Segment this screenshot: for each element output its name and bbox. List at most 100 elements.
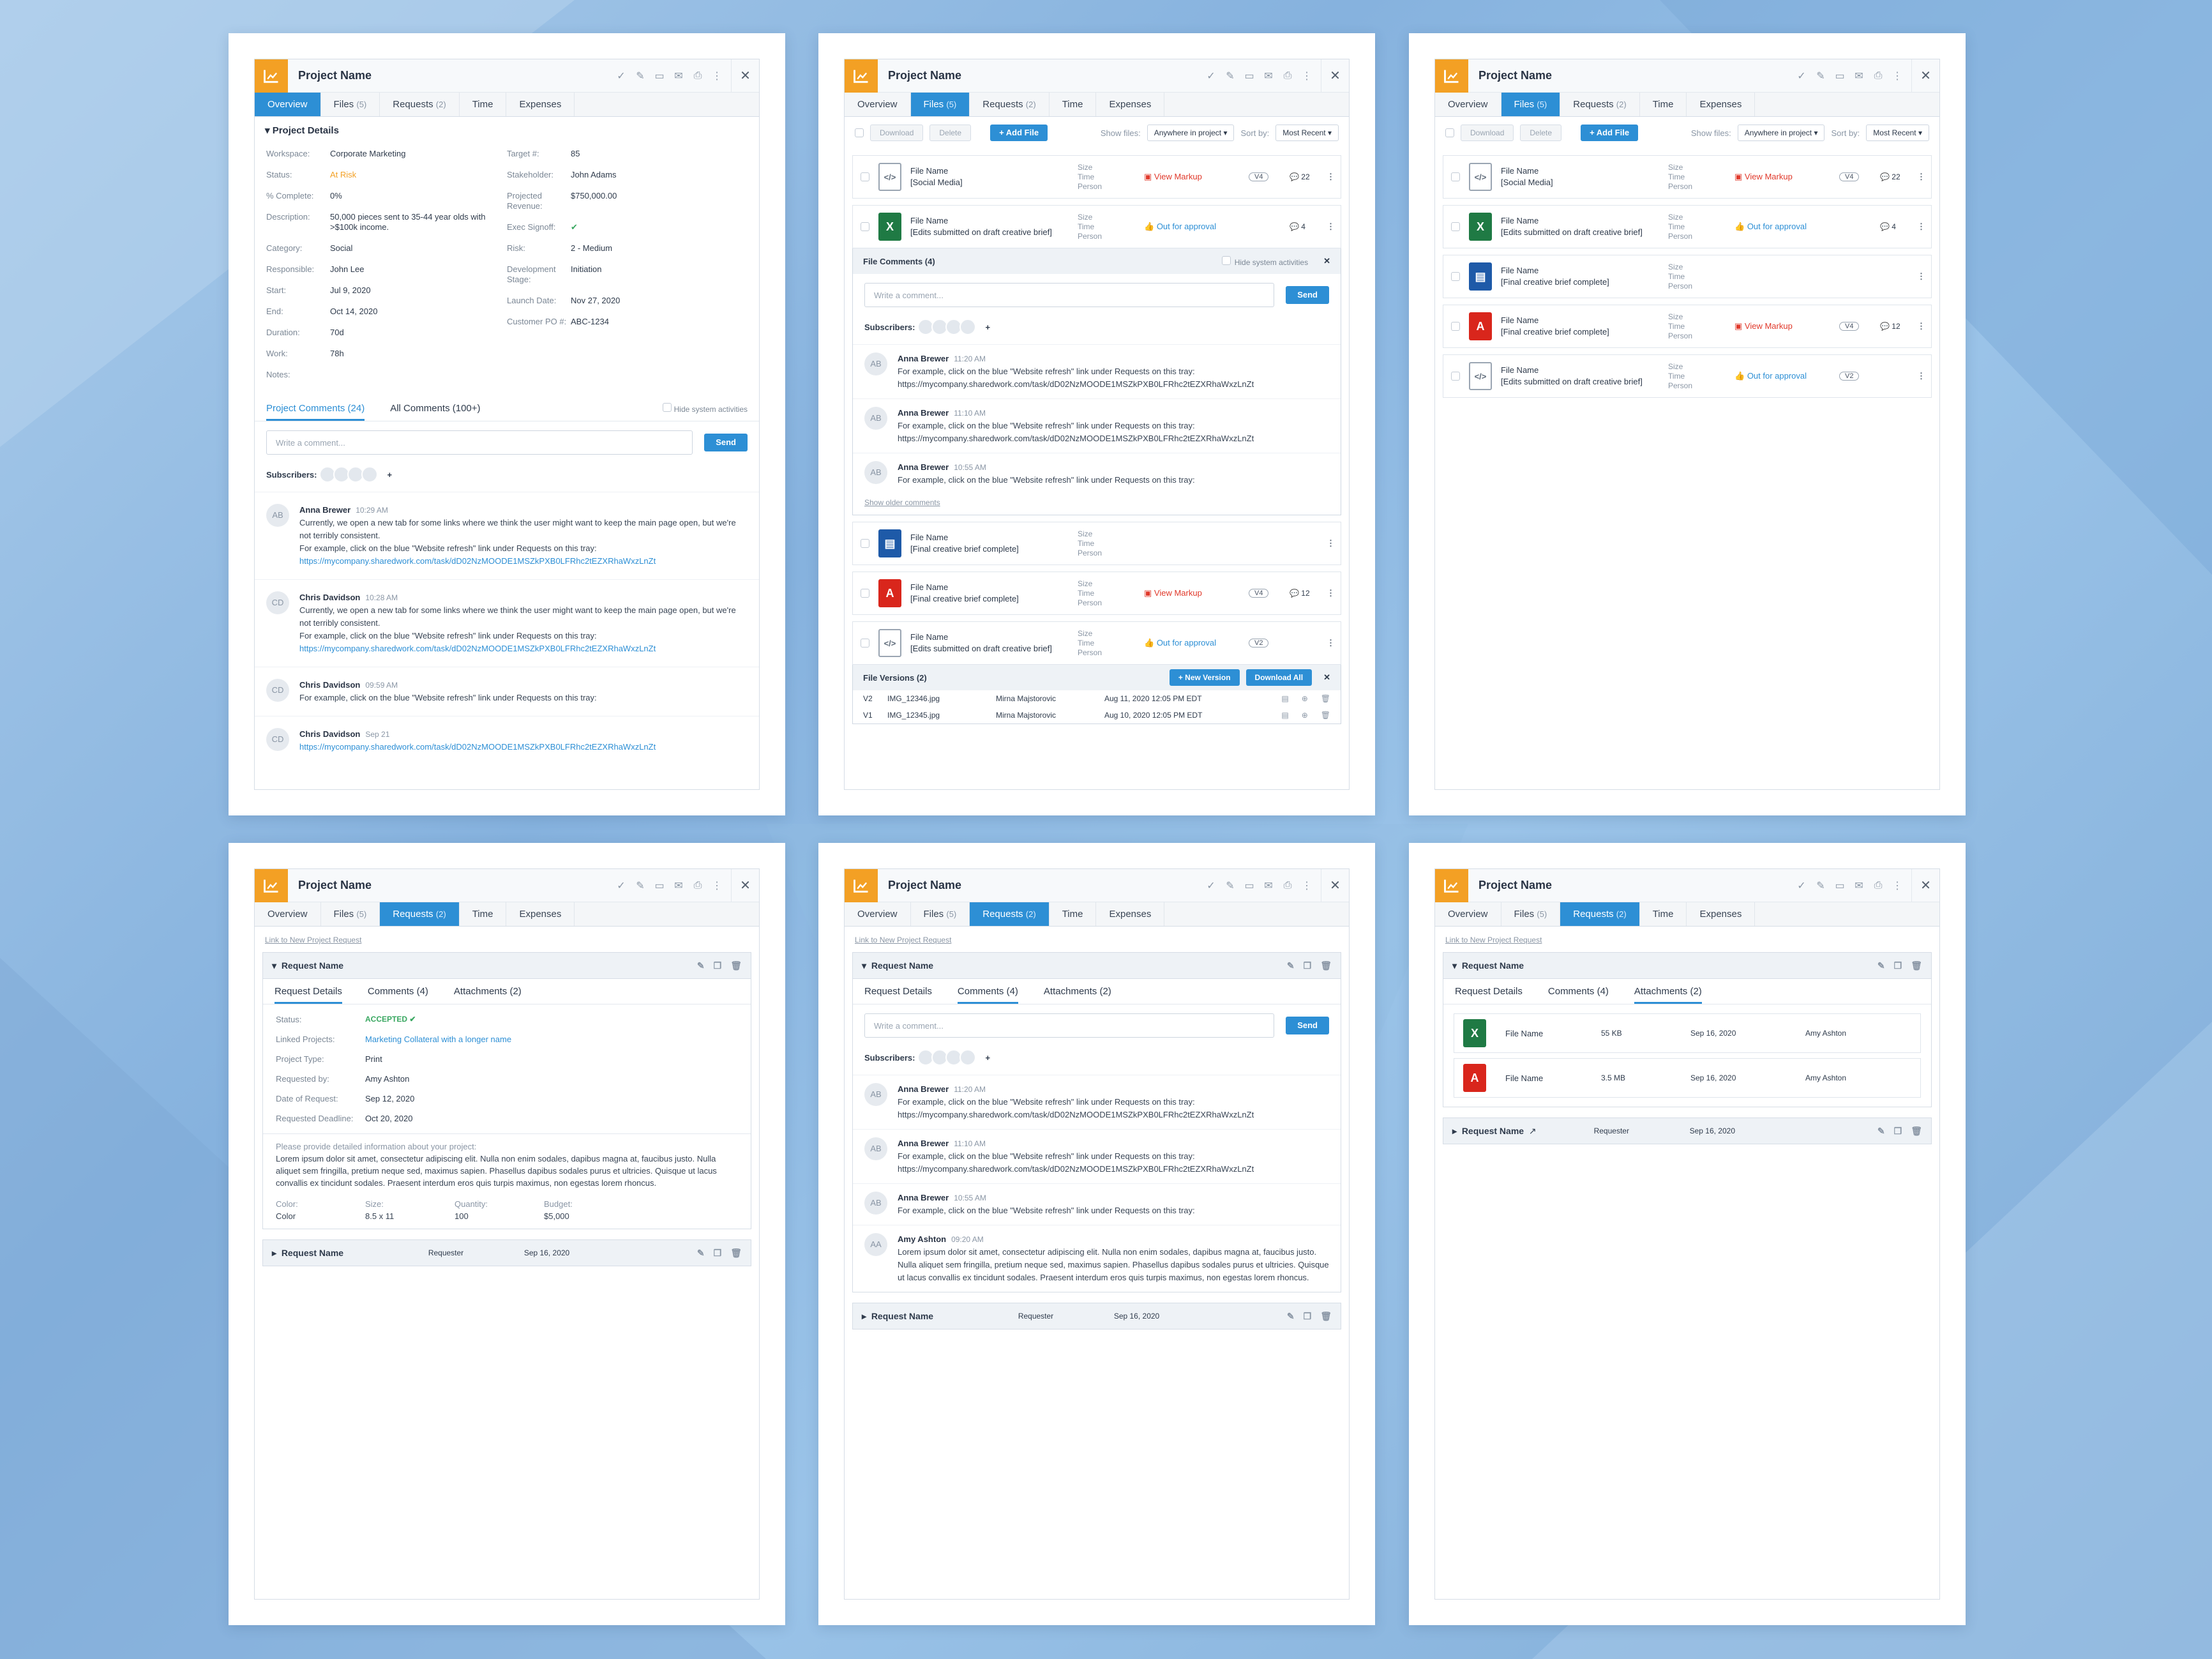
add-file-button[interactable]: + Add File (1581, 125, 1639, 141)
edit-icon[interactable]: ✎ (1287, 960, 1295, 971)
more-icon[interactable]: ⋮ (1917, 172, 1925, 182)
tab-requests[interactable]: Requests (2) (380, 902, 460, 926)
copy-icon[interactable]: ❐ (1304, 960, 1312, 971)
copy-icon[interactable]: ❐ (714, 1248, 722, 1259)
attachment-row[interactable]: A File Name 3.5 MB Sep 16, 2020 Amy Ashton (1454, 1058, 1921, 1098)
copy-icon[interactable]: ❐ (1304, 1311, 1312, 1322)
trash-icon[interactable]: 🗑 (730, 960, 742, 971)
print-icon[interactable]: ⎙ (1283, 880, 1293, 891)
copy-icon[interactable]: ❐ (1894, 960, 1902, 971)
download-icon[interactable]: ⊕ (1302, 694, 1308, 703)
file-status[interactable]: 👍 Out for approval (1144, 222, 1240, 232)
file-row[interactable]: </> File Name [Social Media] Size Time Person… (1443, 155, 1932, 199)
tab-time[interactable]: Time (460, 93, 507, 116)
tab-project-comments[interactable]: Project Comments (24) (266, 403, 365, 421)
more-icon[interactable]: ⋮ (1327, 638, 1335, 648)
image-icon[interactable]: ▤ (1281, 694, 1288, 703)
tab-files[interactable]: Files (5) (1501, 93, 1561, 116)
more-icon[interactable]: ⋮ (1917, 222, 1925, 232)
mail-icon[interactable]: ✉ (1263, 70, 1274, 82)
request-header[interactable]: ▾ Request Name ✎ ❐ 🗑 (852, 952, 1341, 979)
select-all-checkbox[interactable] (855, 128, 864, 137)
edit-icon[interactable]: ✎ (1877, 1126, 1885, 1137)
attachment-row[interactable]: X File Name 55 KB Sep 16, 2020 Amy Ashton (1454, 1013, 1921, 1053)
close-icon[interactable]: ✕ (1321, 869, 1349, 902)
hide-system-toggle[interactable]: Hide system activities (663, 403, 748, 414)
select-all-checkbox[interactable] (1445, 128, 1454, 137)
tab-request-attachments[interactable]: Attachments (2) (1044, 986, 1111, 997)
download-icon[interactable]: ⊕ (1302, 711, 1308, 720)
file-row[interactable]: A File Name [Final creative brief complete… (1443, 305, 1932, 348)
file-row[interactable]: </> File Name [Social Media] Size Time Person… (852, 155, 1341, 199)
check-icon[interactable]: ✓ (616, 70, 626, 82)
send-button[interactable]: Send (704, 434, 748, 451)
version-row[interactable]: V1 IMG_12345.jpg Mirna Majstorovic Aug 10, … (853, 707, 1341, 723)
file-comment-count[interactable]: 💬 12 (1290, 589, 1318, 598)
edit-icon[interactable]: ✎ (1287, 1311, 1295, 1322)
comment-input[interactable]: Write a comment... (864, 283, 1275, 307)
more-icon[interactable]: ⋮ (1327, 222, 1335, 232)
tab-overview[interactable]: Overview (255, 93, 321, 116)
folder-icon[interactable]: ▭ (1835, 879, 1845, 892)
edit-icon[interactable]: ✎ (1816, 70, 1826, 82)
file-row[interactable]: </> File Name [Edits submitted on draft cr… (852, 621, 1341, 665)
mail-icon[interactable]: ✉ (673, 879, 684, 892)
close-icon[interactable]: ✕ (1911, 869, 1939, 902)
trash-icon[interactable]: 🗑 (1320, 960, 1332, 971)
tab-expenses[interactable]: Expenses (1096, 93, 1165, 116)
tab-overview[interactable]: Overview (255, 902, 321, 926)
check-icon[interactable]: ✓ (1206, 70, 1216, 82)
project-details-toggle[interactable]: ▾ Project Details (255, 117, 759, 144)
more-icon[interactable]: ⋮ (1917, 321, 1925, 331)
close-icon[interactable]: ✕ (1323, 672, 1330, 683)
more-icon[interactable]: ⋮ (1302, 879, 1312, 892)
file-comment-count[interactable]: 💬 4 (1290, 222, 1318, 231)
print-icon[interactable]: ⎙ (1873, 880, 1883, 891)
delete-button[interactable]: Delete (1520, 125, 1562, 141)
tab-files[interactable]: Files (5) (1501, 902, 1561, 926)
file-comment-count[interactable]: 💬 12 (1880, 322, 1908, 331)
check-icon[interactable]: ✓ (1796, 879, 1807, 892)
request-header[interactable]: ▾ Request Name ✎ ❐ 🗑 (262, 952, 751, 979)
sort-select[interactable]: Most Recent ▾ (1275, 125, 1339, 141)
avatar[interactable] (361, 466, 379, 483)
file-comment-count[interactable]: 💬 22 (1290, 172, 1318, 181)
tab-requests[interactable]: Requests (2) (1560, 93, 1640, 116)
hide-system-checkbox[interactable] (663, 403, 672, 412)
trash-icon[interactable]: 🗑 (730, 1248, 742, 1259)
print-icon[interactable]: ⎙ (1873, 70, 1883, 82)
mail-icon[interactable]: ✉ (1263, 879, 1274, 892)
edit-icon[interactable]: ✎ (1816, 879, 1826, 892)
version-badge[interactable]: V4 (1839, 172, 1860, 181)
mail-icon[interactable]: ✉ (1854, 70, 1864, 82)
tab-expenses[interactable]: Expenses (506, 902, 575, 926)
check-icon[interactable]: ✓ (1796, 70, 1807, 82)
show-files-select[interactable]: Anywhere in project ▾ (1737, 125, 1825, 141)
file-row[interactable]: ▤ File Name [Final creative brief complete… (852, 522, 1341, 565)
file-row[interactable]: X File Name [Edits submitted on draft crea… (852, 205, 1341, 248)
hide-system-checkbox[interactable] (1221, 255, 1231, 265)
comment-input[interactable]: Write a comment... (864, 1013, 1275, 1038)
tab-requests[interactable]: Requests (2) (1560, 902, 1640, 926)
edit-icon[interactable]: ✎ (1225, 879, 1235, 892)
file-row[interactable]: X File Name [Edits submitted on draft crea… (1443, 205, 1932, 248)
tab-request-details[interactable]: Request Details (864, 986, 932, 997)
comment-link[interactable]: https://mycompany.sharedwork.com/task/dD… (299, 555, 748, 568)
link-new-request[interactable]: Link to New Project Request (255, 927, 759, 947)
tab-expenses[interactable]: Expenses (506, 93, 575, 116)
file-comment-count[interactable]: 💬 4 (1880, 222, 1908, 231)
file-checkbox[interactable] (861, 589, 869, 598)
avatar[interactable] (959, 1049, 977, 1066)
file-checkbox[interactable] (1451, 272, 1460, 281)
request-header-collapsed[interactable]: ▸ Request Name ↗ Requester Sep 16, 2020 ✎ ❐ 🗑 (1443, 1117, 1932, 1144)
trash-icon[interactable]: 🗑 (1321, 694, 1330, 703)
more-icon[interactable]: ⋮ (1892, 879, 1902, 892)
check-icon[interactable]: ✓ (1206, 879, 1216, 892)
add-subscriber-icon[interactable]: + (985, 322, 990, 332)
close-icon[interactable]: ✕ (1911, 59, 1939, 93)
tab-time[interactable]: Time (1050, 93, 1097, 116)
trash-icon[interactable]: 🗑 (1320, 1311, 1332, 1322)
folder-icon[interactable]: ▭ (1835, 70, 1845, 82)
tab-request-details[interactable]: Request Details (1455, 986, 1523, 997)
file-row[interactable]: ▤ File Name [Final creative brief complete… (1443, 255, 1932, 298)
